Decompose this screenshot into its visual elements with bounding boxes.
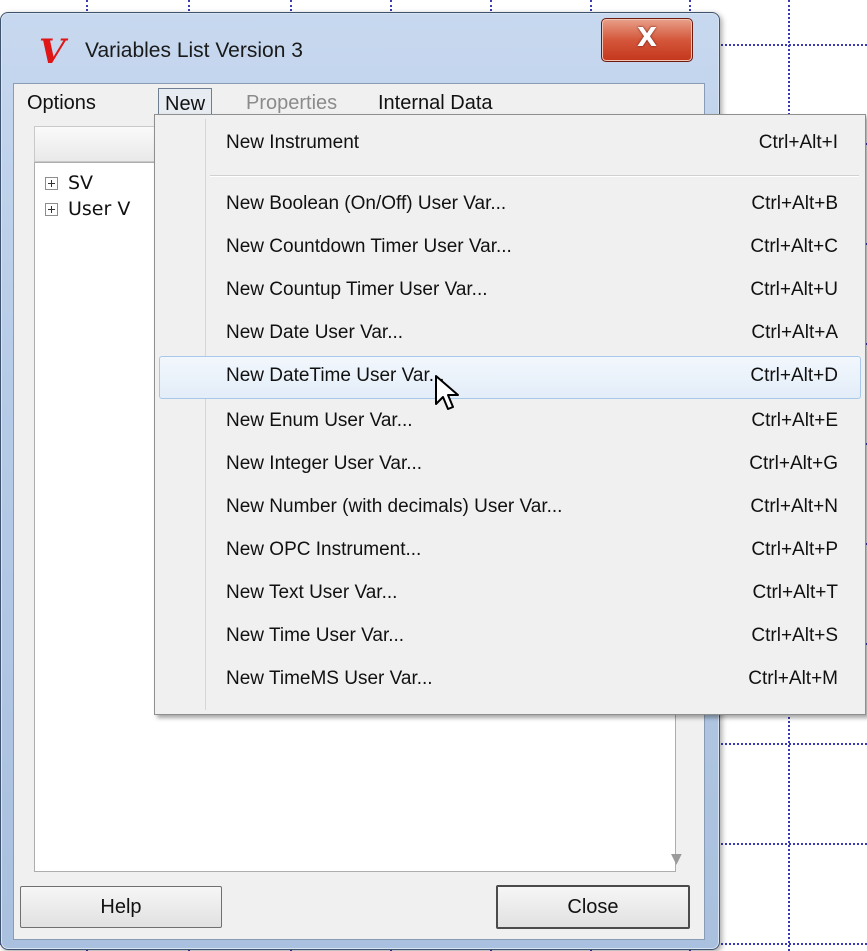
title-bar[interactable]: V Variables List Version 3 X	[1, 13, 719, 83]
tree-item-sv[interactable]: SV	[45, 171, 93, 195]
menu-item-new-integer-user-var[interactable]: New Integer User Var... Ctrl+Alt+G	[159, 444, 861, 487]
menu-item-shortcut: Ctrl+Alt+U	[750, 279, 838, 300]
menu-item-label: New Countup Timer User Var...	[226, 279, 488, 300]
new-menu-dropdown: New Instrument Ctrl+Alt+I New Boolean (O…	[154, 114, 866, 715]
menu-item-shortcut: Ctrl+Alt+G	[749, 453, 838, 474]
menu-item-label: New Boolean (On/Off) User Var...	[226, 193, 507, 214]
menu-item-label: New Text User Var...	[226, 582, 398, 603]
menu-item-new-timems-user-var[interactable]: New TimeMS User Var... Ctrl+Alt+M	[159, 659, 861, 702]
menu-item-label: New DateTime User Var...	[226, 365, 445, 386]
expand-icon[interactable]	[45, 177, 58, 190]
menu-item-shortcut: Ctrl+Alt+T	[752, 582, 838, 603]
menu-item-shortcut: Ctrl+Alt+I	[758, 132, 838, 153]
menu-item-new-date-user-var[interactable]: New Date User Var... Ctrl+Alt+A	[159, 313, 861, 356]
menu-item-shortcut: Ctrl+Alt+M	[748, 668, 838, 689]
menu-item-label: New Enum User Var...	[226, 410, 413, 431]
menu-item-label: New TimeMS User Var...	[226, 668, 433, 689]
window-close-button[interactable]: X	[601, 18, 693, 62]
menu-item-new-time-user-var[interactable]: New Time User Var... Ctrl+Alt+S	[159, 616, 861, 659]
menu-item-shortcut: Ctrl+Alt+S	[751, 625, 838, 646]
menu-item-new-instrument[interactable]: New Instrument Ctrl+Alt+I	[159, 123, 861, 166]
v-logo-icon: V	[39, 32, 66, 72]
menu-item-shortcut: Ctrl+Alt+C	[750, 236, 838, 257]
menu-item-shortcut: Ctrl+Alt+P	[751, 539, 838, 560]
menu-item-shortcut: Ctrl+Alt+A	[751, 322, 838, 343]
menu-item-label: New Instrument	[226, 132, 360, 153]
menu-item-new-text-user-var[interactable]: New Text User Var... Ctrl+Alt+T	[159, 573, 861, 616]
tree-item-label: User V	[68, 198, 131, 220]
menu-item-new-number-user-var[interactable]: New Number (with decimals) User Var... C…	[159, 487, 861, 530]
menu-item-label: New Date User Var...	[226, 322, 404, 343]
help-button[interactable]: Help	[20, 886, 222, 928]
tree-item-user-vars[interactable]: User V	[45, 197, 130, 221]
menu-item-label: New Time User Var...	[226, 625, 405, 646]
expand-icon[interactable]	[45, 203, 58, 216]
menu-item-label: New Countdown Timer User Var...	[226, 236, 512, 257]
menu-item-new-countdown-timer-user-var[interactable]: New Countdown Timer User Var... Ctrl+Alt…	[159, 227, 861, 270]
menu-item-new-opc-instrument[interactable]: New OPC Instrument... Ctrl+Alt+P	[159, 530, 861, 573]
menu-options[interactable]: Options	[27, 88, 96, 118]
scroll-down-arrow-icon[interactable]: ▼	[671, 851, 682, 867]
menu-item-label: New Number (with decimals) User Var...	[226, 496, 563, 517]
menu-item-shortcut: Ctrl+Alt+E	[751, 410, 838, 431]
close-icon: X	[636, 23, 658, 53]
tree-item-label: SV	[68, 172, 94, 194]
mouse-pointer-icon	[435, 375, 459, 410]
menu-item-new-boolean-user-var[interactable]: New Boolean (On/Off) User Var... Ctrl+Al…	[159, 184, 861, 227]
menu-item-new-countup-timer-user-var[interactable]: New Countup Timer User Var... Ctrl+Alt+U	[159, 270, 861, 313]
button-bar: Help Close	[14, 872, 704, 938]
menu-item-new-datetime-user-var[interactable]: New DateTime User Var... Ctrl+Alt+D	[159, 356, 861, 399]
menu-item-shortcut: Ctrl+Alt+D	[750, 365, 838, 386]
menu-item-shortcut: Ctrl+Alt+B	[751, 193, 838, 214]
menu-item-label: New Integer User Var...	[226, 453, 423, 474]
close-button[interactable]: Close	[496, 885, 690, 929]
menu-separator	[210, 175, 859, 177]
menu-item-new-enum-user-var[interactable]: New Enum User Var... Ctrl+Alt+E	[159, 401, 861, 444]
menu-item-shortcut: Ctrl+Alt+N	[750, 496, 838, 517]
menu-item-label: New OPC Instrument...	[226, 539, 422, 560]
window-title: Variables List Version 3	[85, 39, 303, 62]
